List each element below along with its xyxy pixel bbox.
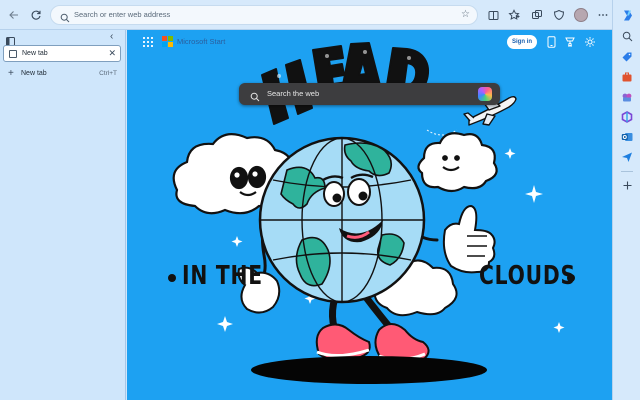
favorites-icon[interactable] — [505, 6, 523, 24]
art-right-text: CLOUDS — [479, 261, 576, 291]
tabs-panel-header: ‹ — [0, 30, 126, 46]
browser-toolbar: Search or enter web address ☆ — [0, 0, 640, 30]
copilot-icon[interactable] — [478, 87, 492, 101]
collapse-panel-icon[interactable]: ‹ — [110, 31, 113, 42]
collections-icon[interactable] — [528, 6, 546, 24]
sidebar-divider — [621, 171, 633, 172]
back-icon[interactable] — [5, 6, 23, 24]
mobile-app-icon[interactable] — [544, 35, 558, 49]
search-icon — [60, 10, 70, 28]
web-search-box[interactable]: Search the web — [239, 83, 500, 105]
split-screen-icon[interactable] — [484, 6, 502, 24]
performance-icon[interactable] — [550, 6, 568, 24]
address-placeholder: Search or enter web address — [74, 10, 171, 19]
outlook-icon[interactable] — [620, 130, 634, 144]
art-left-text: IN THE — [182, 261, 263, 291]
more-icon[interactable] — [594, 6, 612, 24]
search-icon — [250, 89, 260, 107]
search-icon[interactable] — [620, 29, 634, 43]
right-sidebar — [612, 0, 640, 400]
refresh-icon[interactable] — [27, 6, 45, 24]
search-placeholder: Search the web — [267, 89, 320, 98]
sign-in-button[interactable]: Sign in — [507, 35, 537, 49]
close-tab-icon[interactable]: ✕ — [108, 48, 116, 59]
copilot-icon[interactable] — [620, 8, 634, 22]
add-icon[interactable] — [620, 178, 634, 192]
settings-gear-icon[interactable] — [583, 35, 597, 49]
shopping-icon[interactable] — [620, 50, 634, 64]
microsoft-365-icon[interactable] — [620, 110, 634, 124]
favorite-star-icon[interactable]: ☆ — [461, 9, 470, 20]
vertical-tabs-panel: ‹ New tab ✕ + New tab Ctrl+T — [0, 30, 126, 400]
send-icon[interactable] — [620, 150, 634, 164]
new-tab-button[interactable]: + New tab Ctrl+T — [3, 68, 121, 82]
right-cloud — [417, 132, 498, 193]
app-launcher-icon[interactable] — [143, 37, 153, 47]
globe-character — [258, 136, 426, 304]
page-icon — [9, 50, 17, 58]
tab-new-tab[interactable]: New tab ✕ — [3, 45, 121, 62]
plus-icon: + — [8, 68, 14, 79]
address-bar[interactable]: Search or enter web address ☆ — [50, 5, 478, 25]
ms-start-header: Microsoft Start Sign in — [127, 30, 612, 54]
games-icon[interactable] — [620, 90, 634, 104]
new-tab-label: New tab — [21, 70, 47, 77]
ms-start-brand[interactable]: Microsoft Start — [177, 37, 225, 46]
tab-label: New tab — [22, 50, 48, 57]
ground-shadow — [251, 356, 487, 384]
profile-avatar[interactable] — [574, 8, 588, 22]
new-tab-page: IN THE CLOUDS Microsoft Start Sign in Se… — [127, 30, 612, 400]
new-tab-shortcut: Ctrl+T — [99, 70, 117, 77]
rewards-icon[interactable] — [563, 35, 577, 49]
microsoft-logo-icon — [162, 36, 173, 47]
tools-icon[interactable] — [620, 70, 634, 84]
